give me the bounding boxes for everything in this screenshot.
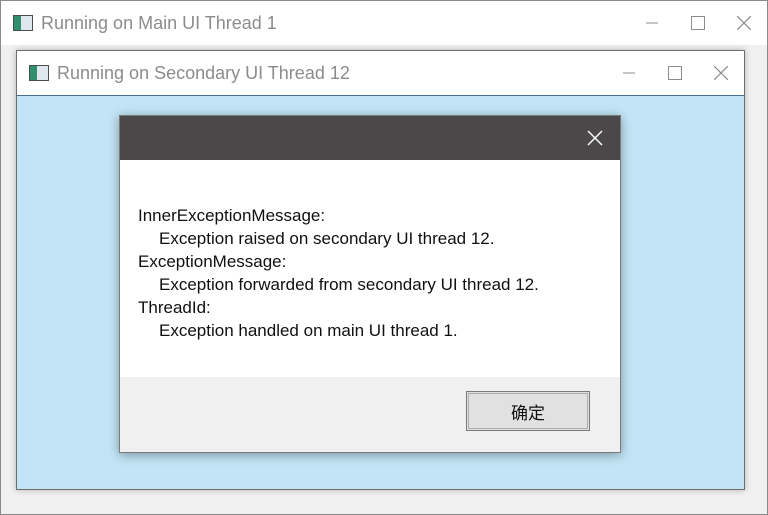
main-window-caption-buttons <box>629 1 767 45</box>
maximize-icon <box>691 16 705 30</box>
app-window-icon <box>13 15 33 31</box>
message-dialog: InnerExceptionMessage: Exception raised … <box>119 115 621 453</box>
main-maximize-button[interactable] <box>675 1 721 45</box>
main-minimize-button[interactable] <box>629 1 675 45</box>
message-key: ThreadId: <box>138 298 211 317</box>
app-window-icon <box>29 65 49 81</box>
main-close-button[interactable] <box>721 1 767 45</box>
main-window-titlebar[interactable]: Running on Main UI Thread 1 <box>1 1 767 45</box>
message-value: Exception raised on secondary UI thread … <box>159 229 495 248</box>
dialog-titlebar[interactable] <box>120 116 620 160</box>
secondary-minimize-button[interactable] <box>606 51 652 95</box>
maximize-icon <box>668 66 682 80</box>
minimize-icon <box>623 72 635 74</box>
dialog-message: InnerExceptionMessage: Exception raised … <box>138 204 610 342</box>
dialog-close-button[interactable] <box>570 116 620 160</box>
message-key: InnerExceptionMessage: <box>138 206 326 225</box>
secondary-window-titlebar[interactable]: Running on Secondary UI Thread 12 <box>17 51 744 96</box>
message-value: Exception handled on main UI thread 1. <box>159 321 458 340</box>
message-value: Exception forwarded from secondary UI th… <box>159 275 539 294</box>
secondary-window-caption-buttons <box>606 51 744 95</box>
message-key: ExceptionMessage: <box>138 252 287 271</box>
secondary-close-button[interactable] <box>698 51 744 95</box>
minimize-icon <box>646 22 658 24</box>
dialog-footer: 确定 <box>120 377 620 452</box>
ok-button[interactable]: 确定 <box>466 391 590 431</box>
close-icon <box>737 16 751 30</box>
main-window-title: Running on Main UI Thread 1 <box>41 12 277 33</box>
close-icon <box>587 130 603 146</box>
close-icon <box>714 66 728 80</box>
secondary-window-title: Running on Secondary UI Thread 12 <box>57 62 350 83</box>
secondary-maximize-button[interactable] <box>652 51 698 95</box>
